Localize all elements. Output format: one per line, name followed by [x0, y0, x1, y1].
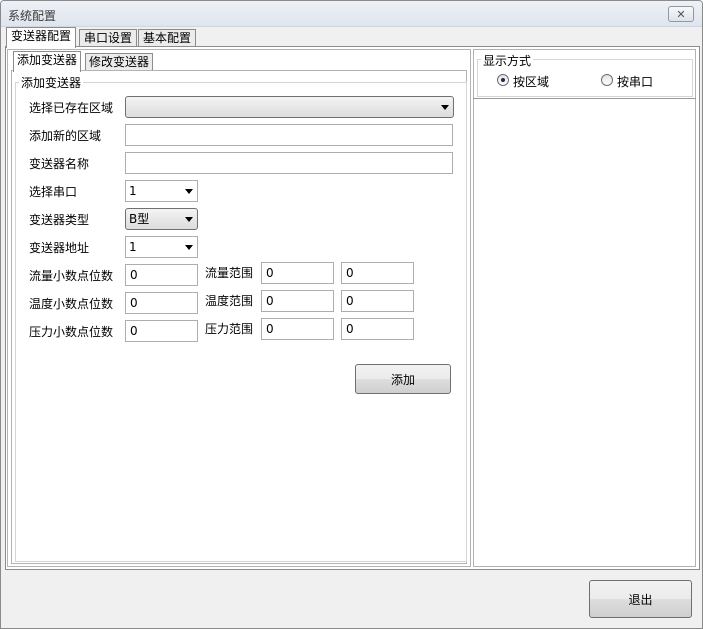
pressure-range-min-input[interactable]	[261, 318, 334, 340]
transmitter-address-label: 变送器地址	[29, 241, 90, 255]
flow-range-label: 流量范围	[205, 266, 254, 280]
tab-add-transmitter[interactable]: 添加变送器	[13, 51, 82, 72]
display-mode-title: 显示方式	[481, 52, 534, 69]
radio-by-port-label[interactable]: 按串口	[617, 73, 653, 90]
flow-range-min-input[interactable]	[261, 262, 334, 284]
flow-decimals-input[interactable]	[125, 264, 198, 286]
close-button[interactable]: ✕	[668, 6, 694, 22]
pressure-range-label: 压力范围	[205, 322, 254, 336]
tab-label: 变送器配置	[11, 29, 72, 43]
transmitter-type-label: 变送器类型	[29, 213, 90, 227]
transmitter-type-dropdown[interactable]: B型	[125, 208, 198, 230]
radio-selected-icon	[501, 78, 505, 82]
pressure-decimals-input[interactable]	[125, 320, 198, 342]
pressure-range-max-input[interactable]	[341, 318, 414, 340]
pressure-decimals-label: 压力小数点位数	[29, 325, 114, 339]
title-bar: 系统配置 ✕	[1, 1, 702, 27]
transmitter-type-value: B型	[129, 212, 150, 226]
temp-range-min-input[interactable]	[261, 290, 334, 312]
tab-transmitter-config[interactable]: 变送器配置	[6, 27, 77, 48]
exit-button[interactable]: 退出	[589, 580, 692, 618]
radio-by-area[interactable]	[497, 74, 509, 86]
radio-by-port[interactable]	[601, 74, 613, 86]
new-area-input[interactable]	[125, 124, 453, 146]
chevron-down-icon	[185, 189, 193, 194]
transmitter-name-label: 变送器名称	[29, 157, 90, 171]
temp-decimals-label: 温度小数点位数	[29, 297, 114, 311]
serial-port-dropdown[interactable]: 1	[125, 180, 198, 202]
transmitter-tree-view[interactable]	[474, 99, 695, 566]
new-area-label: 添加新的区域	[29, 129, 102, 143]
chevron-down-icon	[185, 245, 193, 250]
radio-by-area-label[interactable]: 按区域	[513, 73, 549, 90]
chevron-down-icon	[185, 217, 193, 222]
tab-label: 基本配置	[143, 31, 192, 45]
serial-port-label: 选择串口	[29, 185, 78, 199]
add-button[interactable]: 添加	[355, 364, 451, 394]
chevron-down-icon	[441, 105, 449, 110]
transmitter-name-input[interactable]	[125, 152, 453, 174]
close-icon: ✕	[676, 7, 686, 21]
tab-label: 修改变送器	[89, 55, 150, 69]
window-title: 系统配置	[8, 9, 57, 23]
transmitter-address-value: 1	[129, 240, 137, 254]
config-window: 系统配置 ✕ 变送器配置 串口设置 基本配置 添加变送器 修改变送器 添加变送器…	[0, 0, 703, 629]
serial-port-value: 1	[129, 184, 137, 198]
select-area-dropdown[interactable]	[125, 96, 454, 118]
group-title: 添加变送器	[19, 74, 84, 91]
flow-decimals-label: 流量小数点位数	[29, 269, 114, 283]
temp-range-max-input[interactable]	[341, 290, 414, 312]
tab-label: 串口设置	[84, 31, 133, 45]
tab-label: 添加变送器	[17, 53, 78, 67]
temp-range-label: 温度范围	[205, 294, 254, 308]
temp-decimals-input[interactable]	[125, 292, 198, 314]
tab-modify-transmitter[interactable]: 修改变送器	[85, 53, 154, 71]
flow-range-max-input[interactable]	[341, 262, 414, 284]
select-area-label: 选择已存在区域	[29, 101, 114, 115]
transmitter-address-dropdown[interactable]: 1	[125, 236, 198, 258]
